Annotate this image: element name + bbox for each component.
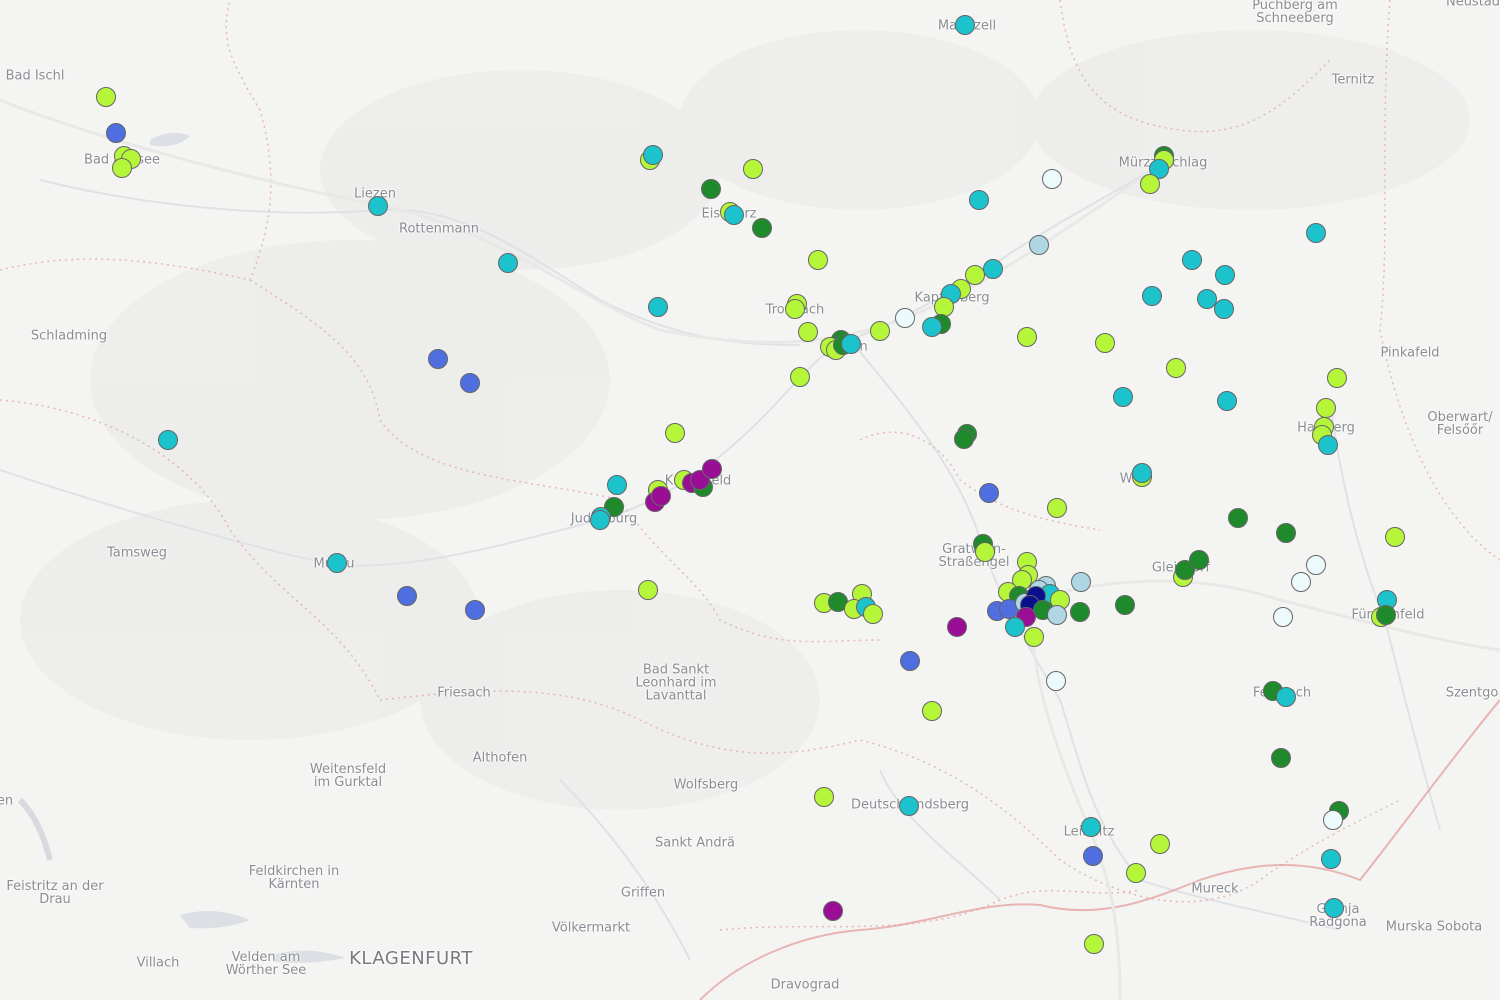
- map-marker[interactable]: [590, 510, 610, 530]
- map-marker[interactable]: [1316, 398, 1336, 418]
- map-marker[interactable]: [1291, 572, 1311, 592]
- map-marker[interactable]: [1070, 602, 1090, 622]
- map-marker[interactable]: [785, 299, 805, 319]
- map-marker[interactable]: [979, 483, 999, 503]
- map-marker[interactable]: [1271, 748, 1291, 768]
- map-marker[interactable]: [1115, 595, 1135, 615]
- map-marker[interactable]: [1024, 627, 1044, 647]
- map-marker[interactable]: [1182, 250, 1202, 270]
- map-marker[interactable]: [1017, 327, 1037, 347]
- map-marker[interactable]: [1306, 223, 1326, 243]
- map-marker[interactable]: [969, 190, 989, 210]
- map-marker[interactable]: [1214, 299, 1234, 319]
- map-marker[interactable]: [1385, 527, 1405, 547]
- map-marker[interactable]: [327, 553, 347, 573]
- map-marker[interactable]: [702, 459, 722, 479]
- map-marker[interactable]: [1276, 523, 1296, 543]
- map-marker[interactable]: [1047, 498, 1067, 518]
- map-view[interactable]: Mariazell Puchberg am Schneeberg Neustad…: [0, 0, 1500, 1000]
- map-marker[interactable]: [922, 317, 942, 337]
- map-marker[interactable]: [1215, 265, 1235, 285]
- map-marker[interactable]: [648, 297, 668, 317]
- map-marker[interactable]: [895, 308, 915, 328]
- map-marker[interactable]: [1273, 607, 1293, 627]
- map-marker[interactable]: [1142, 286, 1162, 306]
- map-marker[interactable]: [1113, 387, 1133, 407]
- map-marker[interactable]: [106, 123, 126, 143]
- map-marker[interactable]: [899, 796, 919, 816]
- map-marker[interactable]: [947, 617, 967, 637]
- map-marker[interactable]: [841, 334, 861, 354]
- map-marker[interactable]: [863, 604, 883, 624]
- map-marker[interactable]: [975, 542, 995, 562]
- map-marker[interactable]: [724, 205, 744, 225]
- map-marker[interactable]: [1084, 934, 1104, 954]
- map-marker[interactable]: [1126, 863, 1146, 883]
- map-marker[interactable]: [1217, 391, 1237, 411]
- marker-layer: [0, 0, 1500, 1000]
- map-marker[interactable]: [1132, 463, 1152, 483]
- map-marker[interactable]: [922, 701, 942, 721]
- map-marker[interactable]: [607, 475, 627, 495]
- map-marker[interactable]: [1081, 817, 1101, 837]
- map-marker[interactable]: [1150, 834, 1170, 854]
- map-marker[interactable]: [1324, 898, 1344, 918]
- map-marker[interactable]: [808, 250, 828, 270]
- map-marker[interactable]: [1166, 358, 1186, 378]
- map-marker[interactable]: [983, 259, 1003, 279]
- map-marker[interactable]: [1140, 174, 1160, 194]
- map-marker[interactable]: [397, 586, 417, 606]
- map-marker[interactable]: [428, 349, 448, 369]
- map-marker[interactable]: [1005, 617, 1025, 637]
- map-marker[interactable]: [1306, 555, 1326, 575]
- map-marker[interactable]: [798, 322, 818, 342]
- map-marker[interactable]: [498, 253, 518, 273]
- map-marker[interactable]: [1327, 368, 1347, 388]
- map-marker[interactable]: [1276, 687, 1296, 707]
- map-marker[interactable]: [814, 787, 834, 807]
- map-marker[interactable]: [158, 430, 178, 450]
- map-marker[interactable]: [460, 373, 480, 393]
- map-marker[interactable]: [643, 145, 663, 165]
- map-marker[interactable]: [1046, 671, 1066, 691]
- map-marker[interactable]: [1071, 572, 1091, 592]
- map-marker[interactable]: [1083, 846, 1103, 866]
- map-marker[interactable]: [743, 159, 763, 179]
- map-marker[interactable]: [752, 218, 772, 238]
- map-marker[interactable]: [1047, 605, 1067, 625]
- map-marker[interactable]: [112, 158, 132, 178]
- map-marker[interactable]: [1318, 435, 1338, 455]
- map-marker[interactable]: [900, 651, 920, 671]
- map-marker[interactable]: [1042, 169, 1062, 189]
- map-marker[interactable]: [368, 196, 388, 216]
- map-marker[interactable]: [1228, 508, 1248, 528]
- map-marker[interactable]: [955, 15, 975, 35]
- map-marker[interactable]: [96, 87, 116, 107]
- map-marker[interactable]: [1029, 235, 1049, 255]
- map-marker[interactable]: [1321, 849, 1341, 869]
- map-marker[interactable]: [638, 580, 658, 600]
- map-marker[interactable]: [1376, 605, 1396, 625]
- map-marker[interactable]: [701, 179, 721, 199]
- map-marker[interactable]: [954, 429, 974, 449]
- map-marker[interactable]: [651, 486, 671, 506]
- map-marker[interactable]: [790, 367, 810, 387]
- map-marker[interactable]: [465, 600, 485, 620]
- map-marker[interactable]: [1189, 550, 1209, 570]
- map-marker[interactable]: [870, 321, 890, 341]
- map-marker[interactable]: [1095, 333, 1115, 353]
- map-marker[interactable]: [823, 901, 843, 921]
- map-marker[interactable]: [665, 423, 685, 443]
- map-marker[interactable]: [1323, 810, 1343, 830]
